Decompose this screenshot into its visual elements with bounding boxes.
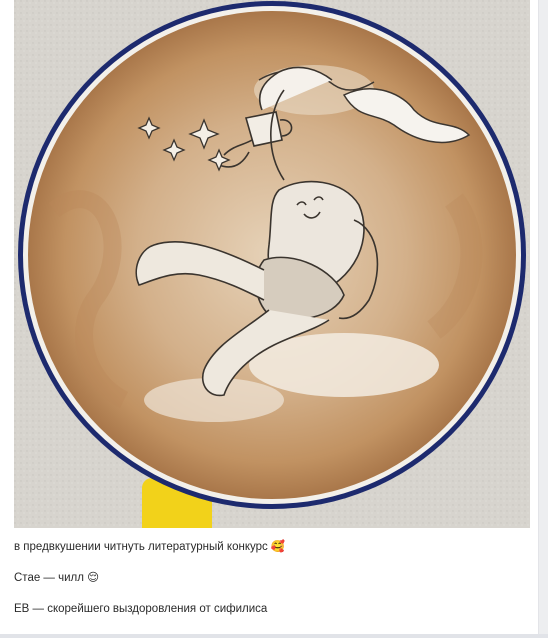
post-card: в предвкушении читнуть литературный конк… [0,0,539,635]
post-photo[interactable] [14,0,530,528]
post-text-line-1: в предвкушении читнуть литературный конк… [14,541,286,553]
post-text-line-2: Стае — чилл 😌 [14,572,100,584]
bottom-divider [0,634,548,638]
latte-art-image [14,0,530,528]
post-text-line-3: ЕВ — скорейшего выздоровления от сифилис… [14,603,268,615]
post-text: в предвкушении читнуть литературный конк… [14,540,524,633]
